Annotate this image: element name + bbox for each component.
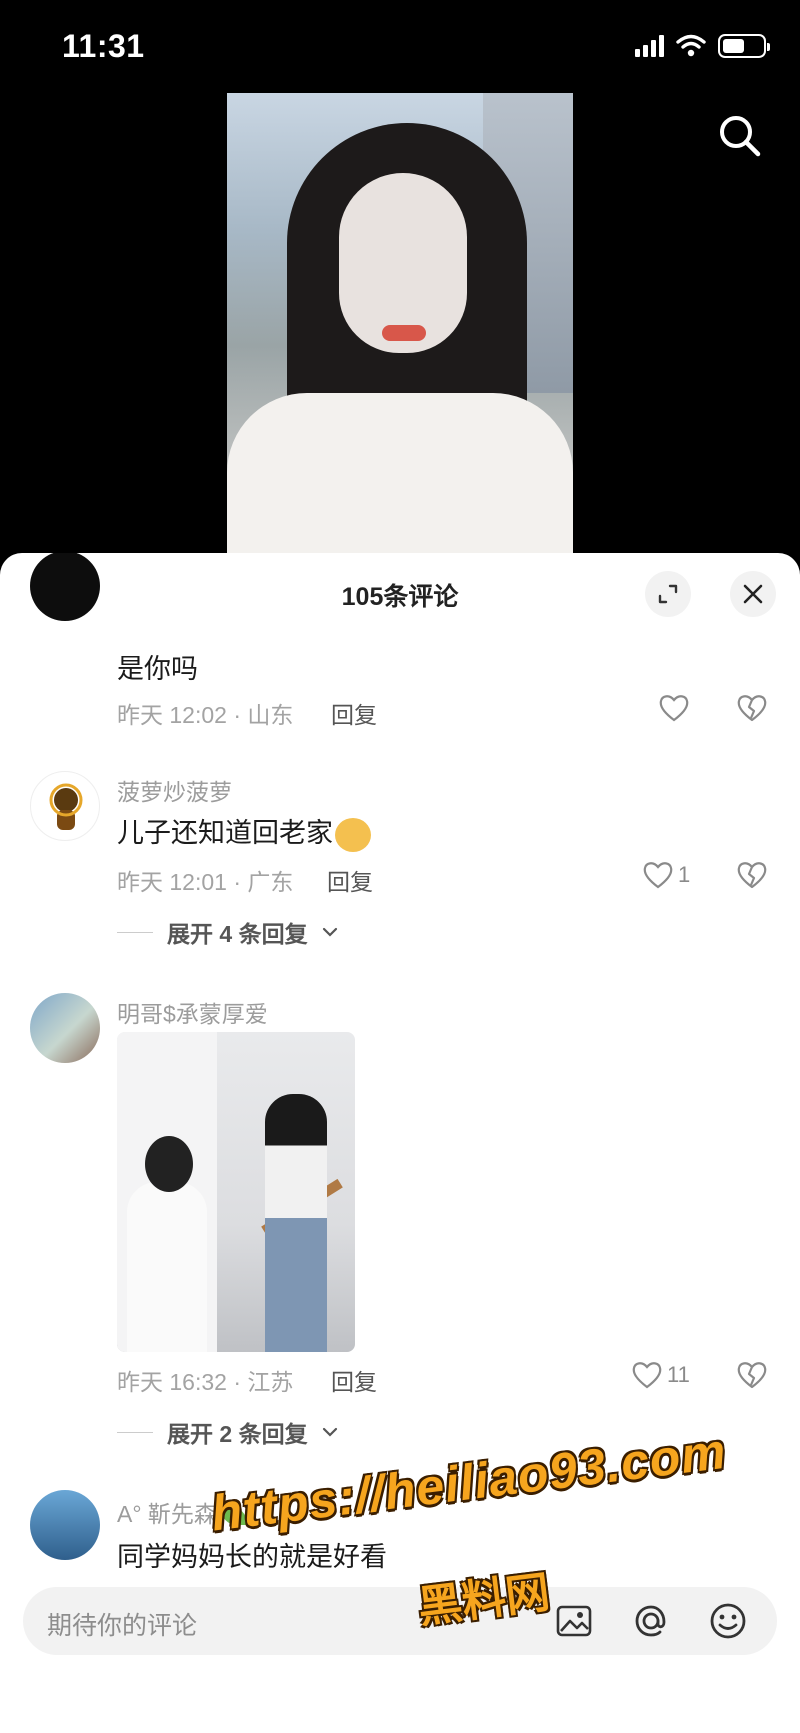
like-button[interactable]: 1 [642,860,690,890]
comment-text: 是你吗 [117,654,198,684]
comment-text-content: 儿子还知道回老家 [117,818,333,848]
divider-line [117,931,153,933]
expand-replies-label: 展开 4 条回复 [167,921,308,947]
smile-icon [710,1603,746,1639]
expand-replies-button[interactable]: 展开 4 条回复 [117,915,338,949]
wifi-icon [676,34,706,57]
video-player[interactable] [227,93,573,553]
search-icon [720,116,761,157]
battery-icon [718,34,770,58]
image-person-1 [127,1182,207,1352]
comment-sheet: 105条评论 是你吗 昨天 12:02 · 山东 回复 菠萝炒菠萝 儿子还知道回… [0,553,800,1733]
fullscreen-icon [658,584,678,604]
dislike-button[interactable] [736,860,768,895]
reply-button[interactable]: 回复 [331,1363,377,1397]
cellular-signal-icon [635,35,664,57]
avatar[interactable] [30,553,100,621]
comment-input-placeholder[interactable]: 期待你的评论 [47,1606,197,1642]
image-button[interactable] [553,1600,595,1642]
heart-icon [659,695,689,722]
status-time: 11:31 [62,28,145,64]
comment-text: 同学妈妈长的就是好看 [117,1542,387,1572]
expand-replies-label: 展开 2 条回复 [167,1421,308,1447]
status-icons [635,34,770,58]
comment-image[interactable] [117,1032,355,1352]
chevron-down-icon [322,927,337,937]
avatar[interactable] [30,771,100,841]
avatar[interactable] [30,993,100,1063]
image-person-1-head [145,1136,193,1192]
broken-heart-icon [737,862,767,889]
divider-line [117,1431,153,1433]
at-icon [635,1605,666,1637]
expand-replies-button[interactable]: 展开 2 条回复 [117,1415,338,1449]
like-button[interactable] [658,693,694,723]
reply-button[interactable]: 回复 [327,863,373,897]
dislike-button[interactable] [736,693,768,728]
close-icon [743,584,763,604]
comment-username[interactable]: 明哥$承蒙厚爱 [117,995,268,1029]
comment-meta: 昨天 12:02 · 山东 [117,702,294,728]
image-person-2 [265,1094,327,1352]
battery-level [723,39,744,53]
like-count: 1 [678,862,691,887]
heart-icon [643,862,673,889]
chevron-down-icon [322,1427,337,1437]
video-subject-lips [382,325,426,341]
status-bar: 11:31 [0,0,800,96]
comment-username[interactable]: 菠萝炒菠萝 [117,773,232,807]
mention-button[interactable] [630,1600,672,1642]
like-count: 11 [667,1362,690,1387]
broken-heart-icon [737,695,767,722]
image-icon [556,1605,592,1637]
fullscreen-button[interactable] [645,571,691,617]
avatar[interactable] [30,1490,100,1560]
search-button[interactable] [712,108,768,164]
emoji-button[interactable] [707,1600,749,1642]
comment-meta: 昨天 16:32 · 江苏 [117,1369,294,1395]
video-subject-shirt [227,393,573,553]
broken-heart-icon [737,1362,767,1389]
comment-text: 儿子还知道回老家 [117,811,371,852]
close-button[interactable] [730,571,776,617]
avatar-figure-icon [49,783,83,830]
heart-icon [632,1362,662,1389]
comment-input-bar[interactable]: 期待你的评论 [23,1587,777,1655]
reply-button[interactable]: 回复 [331,696,377,730]
cat-emoji-icon [335,817,371,852]
username-text: A° 靳先森 [117,1501,217,1527]
dislike-button[interactable] [736,1360,768,1395]
like-button[interactable]: 11 [631,1360,690,1390]
comment-meta: 昨天 12:01 · 广东 [117,869,294,895]
